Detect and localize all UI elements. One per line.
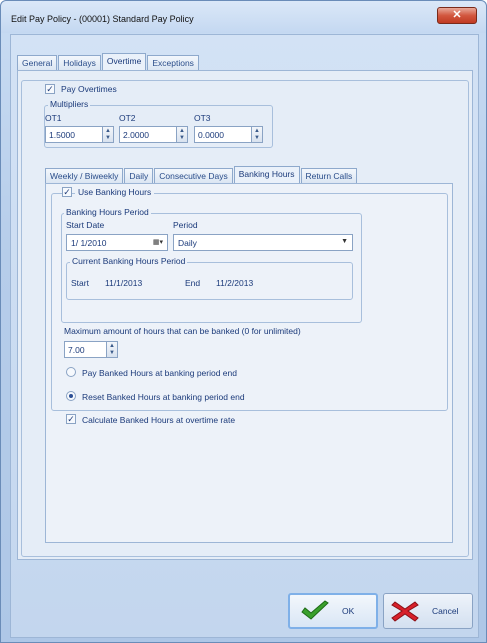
overtime-sub-tab-strip: Weekly / Biweekly Daily Consecutive Days… <box>45 166 358 183</box>
current-start-label: Start <box>71 278 89 288</box>
max-hours-spin-buttons[interactable]: ▲ ▼ <box>106 342 117 357</box>
ot2-spinner: ▲▼ <box>119 126 188 143</box>
start-date-label: Start Date <box>66 220 105 230</box>
calendar-icon[interactable]: ▦▾ <box>153 238 163 246</box>
ot3-spin-buttons[interactable]: ▲ ▼ <box>251 127 262 142</box>
ok-button[interactable]: OK <box>288 593 378 629</box>
pay-banked-radio[interactable] <box>66 367 76 377</box>
start-date-value: 1/ 1/2010 <box>71 237 107 248</box>
ot1-spinner: ▲▼ <box>45 126 114 143</box>
current-end-label: End <box>185 278 201 288</box>
banking-hours-panel: ✓ Use Banking Hours Banking Hours Period… <box>45 183 453 543</box>
period-dropdown[interactable]: Daily ▼ <box>173 234 353 251</box>
current-period-title: Current Banking Hours Period <box>70 256 188 266</box>
cancel-x-icon <box>391 601 419 622</box>
use-banking-checkbox[interactable]: ✓ <box>62 187 72 197</box>
current-start-value: 11/1/2013 <box>105 278 143 288</box>
tab-weekly-biweekly[interactable]: Weekly / Biweekly <box>45 168 124 183</box>
current-end-value: 11/2/2013 <box>216 278 254 288</box>
tab-consecutive-days[interactable]: Consecutive Days <box>154 168 233 183</box>
ot2-label: OT2 <box>119 113 136 123</box>
banking-period-title: Banking Hours Period <box>64 207 151 217</box>
ot3-input[interactable] <box>195 127 251 142</box>
cancel-label: Cancel <box>432 606 459 616</box>
tab-holidays[interactable]: Holidays <box>58 55 101 70</box>
max-hours-label: Maximum amount of hours that can be bank… <box>64 326 301 336</box>
ot1-spin-buttons[interactable]: ▲ ▼ <box>102 127 113 142</box>
chevron-down-icon: ▼ <box>341 238 348 245</box>
overtime-panel: ✓ Pay Overtimes Multipliers OT1 OT2 OT3 … <box>17 70 473 560</box>
window-title: Edit Pay Policy - (00001) Standard Pay P… <box>11 14 194 24</box>
calc-overtime-label: Calculate Banked Hours at overtime rate <box>82 415 236 425</box>
ot1-label: OT1 <box>45 113 62 123</box>
period-label: Period <box>173 220 198 230</box>
calc-overtime-checkbox[interactable]: ✓ <box>66 414 76 424</box>
close-button[interactable]: ✕ <box>437 7 477 24</box>
main-tab-strip: General Holidays Overtime Exceptions <box>17 53 199 70</box>
max-hours-input[interactable] <box>65 342 106 357</box>
ot3-label: OT3 <box>194 113 211 123</box>
pay-overtimes-checkbox[interactable]: ✓ <box>45 84 55 94</box>
ok-label: OK <box>342 606 355 616</box>
ot3-spinner: ▲▼ <box>194 126 263 143</box>
cancel-button[interactable]: Cancel <box>383 593 473 629</box>
checkmark-icon <box>301 600 329 620</box>
tab-exceptions[interactable]: Exceptions <box>147 55 199 70</box>
title-bar[interactable]: Edit Pay Policy - (00001) Standard Pay P… <box>1 1 486 33</box>
tab-overtime[interactable]: Overtime <box>101 53 147 70</box>
start-date-picker[interactable]: 1/ 1/2010 ▦▾ <box>66 234 168 251</box>
tab-banking-hours[interactable]: Banking Hours <box>233 166 300 183</box>
period-value: Daily <box>178 237 197 248</box>
tab-daily[interactable]: Daily <box>124 168 154 183</box>
reset-banked-radio[interactable] <box>66 391 76 401</box>
dialog-window: Edit Pay Policy - (00001) Standard Pay P… <box>0 0 487 643</box>
multipliers-title: Multipliers <box>48 99 91 109</box>
reset-banked-label: Reset Banked Hours at banking period end <box>82 392 245 402</box>
use-banking-label: Use Banking Hours <box>75 187 155 197</box>
ot2-spin-buttons[interactable]: ▲ ▼ <box>176 127 187 142</box>
tab-return-calls[interactable]: Return Calls <box>300 168 358 183</box>
tab-general[interactable]: General <box>17 55 58 70</box>
dialog-body: General Holidays Overtime Exceptions ✓ P… <box>10 34 479 638</box>
ot1-input[interactable] <box>46 127 102 142</box>
pay-banked-label: Pay Banked Hours at banking period end <box>82 368 237 378</box>
pay-overtimes-label: Pay Overtimes <box>58 84 120 94</box>
max-hours-spinner: ▲▼ <box>64 341 118 358</box>
ot2-input[interactable] <box>120 127 176 142</box>
